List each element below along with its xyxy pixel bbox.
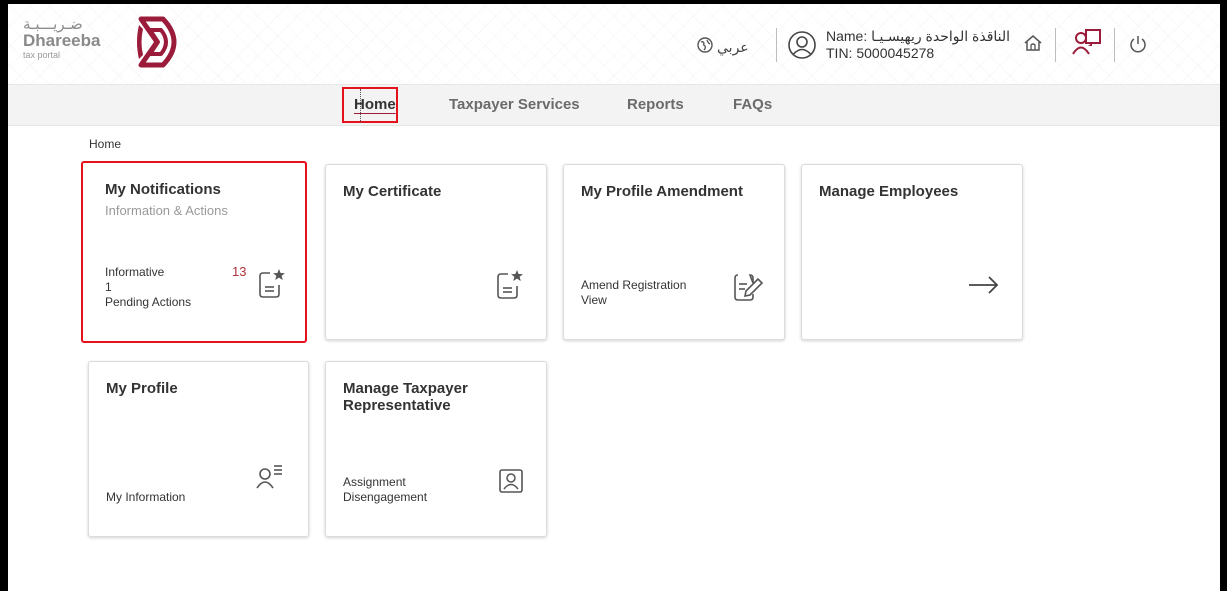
pending-count: 1	[105, 280, 112, 294]
card-my-profile[interactable]: My Profile My Information	[88, 361, 309, 537]
informative-label: Informative	[105, 265, 165, 279]
card-my-certificate[interactable]: My Certificate	[325, 164, 547, 340]
breadcrumb[interactable]: Home	[89, 137, 121, 151]
brand-arabic: ضـريـــبـة	[23, 15, 83, 33]
document-star-icon	[495, 268, 525, 305]
amend-registration-link[interactable]: Amend Registration	[581, 278, 686, 293]
brand-tagline: tax portal	[23, 50, 61, 60]
card-my-profile-amendment[interactable]: My Profile Amendment Amend Registration …	[563, 164, 785, 340]
pending-label: Pending Actions	[105, 295, 192, 309]
id-card-icon	[498, 468, 524, 499]
divider	[1114, 28, 1115, 62]
card-title: My Profile Amendment	[581, 183, 743, 200]
divider	[1055, 28, 1056, 62]
nav-home-label: Home	[354, 96, 396, 113]
user-name: Name: الناقذة الواحدة ريهيسـيـا	[826, 28, 1011, 44]
informative-count: 13	[232, 264, 247, 279]
arrow-right-icon	[967, 275, 1001, 300]
card-subtitle: Information & Actions	[105, 203, 228, 218]
card-title: My Profile	[106, 380, 178, 397]
user-list-icon	[255, 462, 285, 495]
assignment-link[interactable]: Assignment	[343, 475, 406, 490]
card-manage-taxpayer-representative[interactable]: Manage Taxpayer Representative Assignmen…	[325, 361, 547, 537]
card-title: Manage Taxpayer	[343, 380, 468, 397]
document-star-icon	[257, 267, 287, 304]
globe-icon[interactable]	[697, 37, 713, 58]
nav-taxpayer-services[interactable]: Taxpayer Services	[449, 96, 580, 113]
view-link[interactable]: View	[581, 293, 607, 308]
main-nav: Home Taxpayer Services Reports FAQs	[8, 84, 1220, 126]
card-title: My Certificate	[343, 183, 442, 200]
edit-document-icon	[732, 271, 764, 308]
language-link[interactable]: عربي	[717, 39, 749, 56]
card-title: Manage Employees	[819, 183, 959, 200]
card-title-line2: Representative	[343, 397, 451, 414]
brand-name: Dhareeba	[23, 31, 101, 50]
card-manage-employees[interactable]: Manage Employees	[801, 164, 1023, 340]
nav-faqs[interactable]: FAQs	[733, 96, 772, 113]
my-information-link[interactable]: My Information	[106, 490, 185, 505]
brand-logo-text[interactable]: ضـريـــبـة Dhareeba tax portal	[23, 16, 100, 60]
divider	[776, 28, 777, 62]
brand-logo-mark[interactable]	[133, 13, 189, 76]
page-frame: ضـريـــبـة Dhareeba tax portal عربي Name…	[8, 4, 1220, 591]
disengagement-link[interactable]: Disengagement	[343, 490, 427, 505]
nav-reports[interactable]: Reports	[627, 96, 684, 113]
user-avatar-icon	[787, 30, 817, 65]
card-my-notifications[interactable]: My Notifications Information & Actions I…	[81, 161, 307, 343]
header: ضـريـــبـة Dhareeba tax portal عربي Name…	[8, 4, 1220, 84]
switch-representative-icon[interactable]	[1071, 27, 1103, 62]
power-icon[interactable]	[1128, 34, 1148, 59]
card-title: My Notifications	[105, 181, 221, 198]
user-tin: TIN: 5000045278	[826, 45, 935, 61]
nav-home[interactable]: Home	[342, 87, 398, 123]
home-icon[interactable]	[1023, 34, 1043, 57]
